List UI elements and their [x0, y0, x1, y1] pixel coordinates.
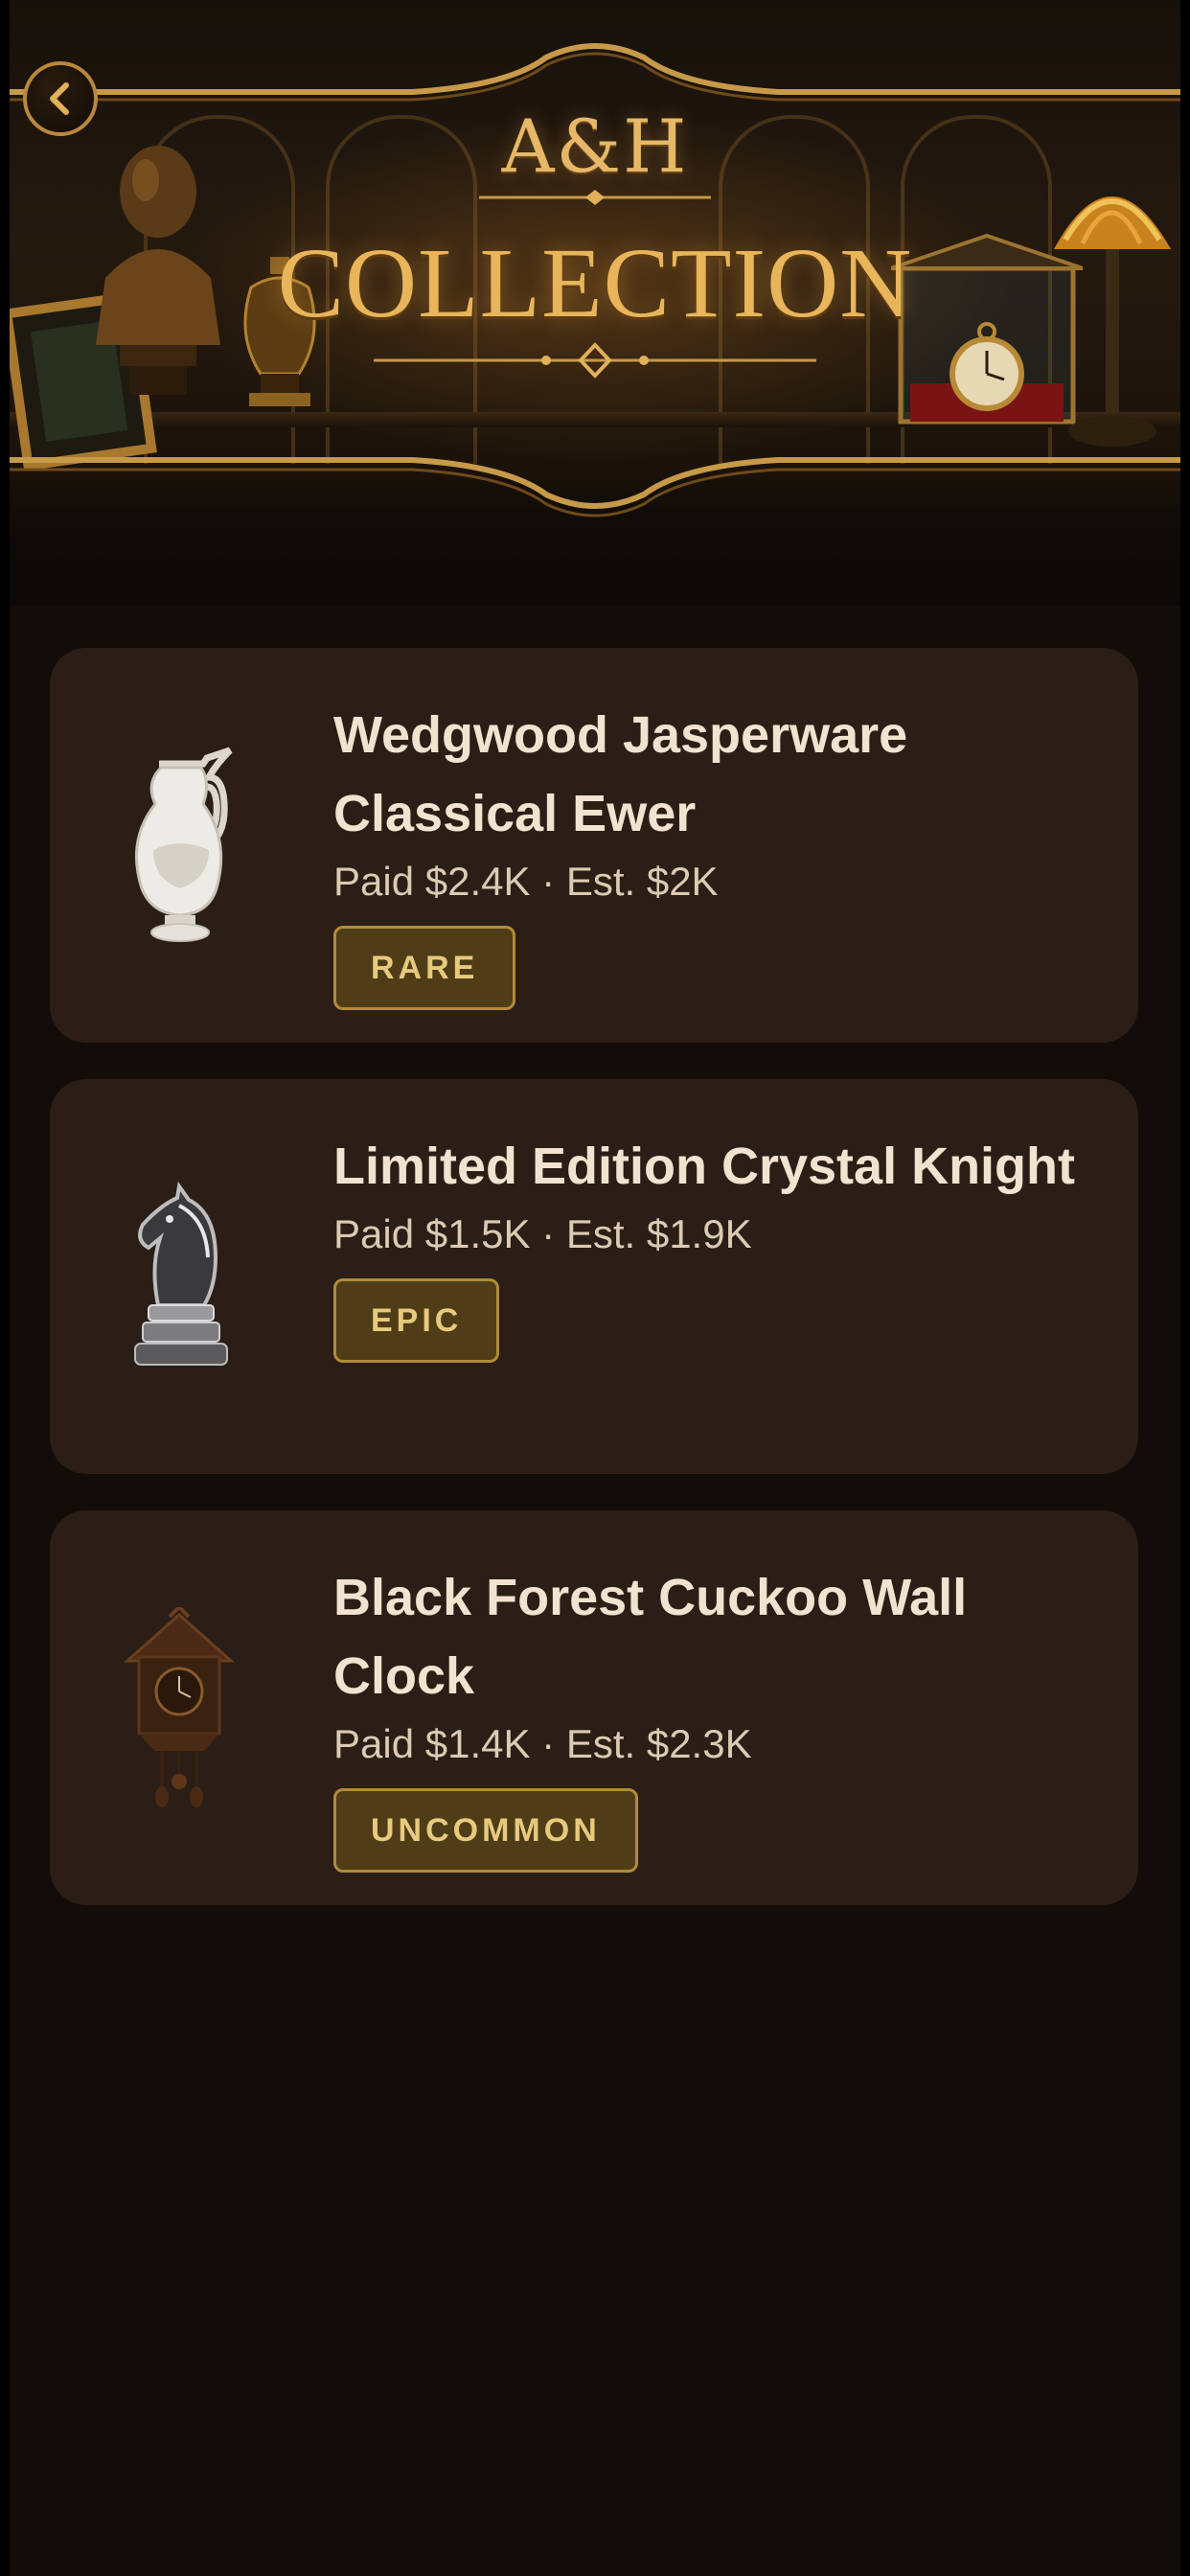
- page-title: COLLECTION: [277, 228, 913, 338]
- item-name: Black Forest Cuckoo Wall Clock: [333, 1569, 968, 1705]
- ewer-icon: [135, 747, 233, 942]
- chess-knight-icon: [134, 1181, 228, 1366]
- item-price: Paid $1.4K · Est. $2.3K: [333, 1721, 752, 1766]
- cuckoo-clock-icon: [124, 1607, 235, 1807]
- item-price: Paid $2.4K · Est. $2K: [333, 859, 719, 904]
- collection-item-card[interactable]: Wedgwood Jasperware Classical Ewer Paid …: [50, 648, 1138, 1043]
- collection-banner: A&H COLLECTION: [10, 0, 1180, 606]
- rarity-badge: EPIC: [333, 1278, 500, 1363]
- collection-item-card[interactable]: Black Forest Cuckoo Wall Clock Paid $1.4…: [50, 1510, 1138, 1905]
- item-thumbnail: [107, 730, 251, 960]
- collection-item-card[interactable]: Limited Edition Crystal Knight Paid $1.5…: [50, 1079, 1138, 1474]
- back-button[interactable]: [23, 61, 98, 136]
- item-thumbnail: [107, 1162, 251, 1392]
- rarity-badge: UNCOMMON: [333, 1788, 638, 1873]
- item-thumbnail: [107, 1593, 251, 1823]
- collection-list: Wedgwood Jasperware Classical Ewer Paid …: [50, 648, 1138, 1942]
- item-name: Wedgwood Jasperware Classical Ewer: [333, 706, 908, 842]
- item-name: Limited Edition Crystal Knight: [333, 1138, 1076, 1195]
- chevron-left-icon: [50, 82, 69, 115]
- brand-logo: A&H: [501, 104, 689, 189]
- item-price: Paid $1.5K · Est. $1.9K: [333, 1211, 752, 1256]
- collection-screen: A&H COLLECTION Wedgwood Jasperware Class…: [10, 0, 1180, 2576]
- rarity-badge: RARE: [333, 926, 516, 1010]
